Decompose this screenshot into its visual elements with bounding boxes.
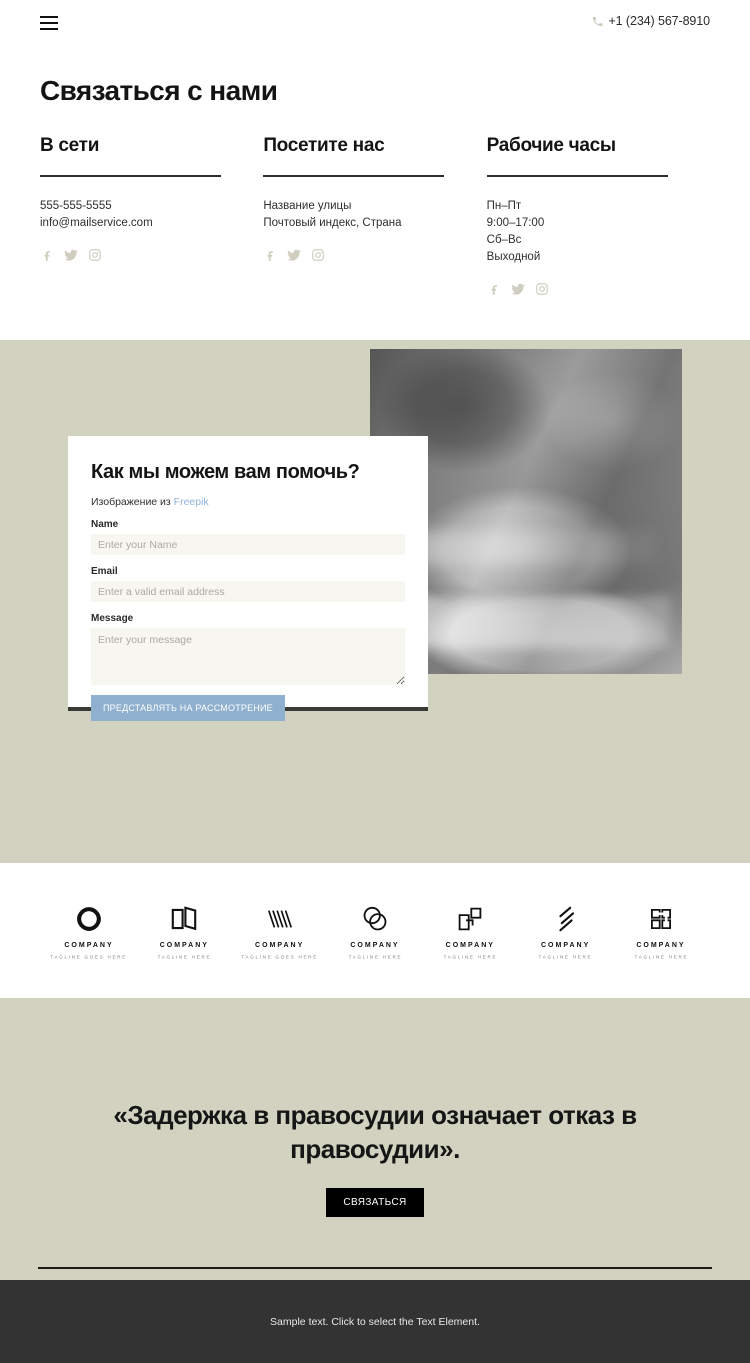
contact-column-visit: Посетите нас Название улицы Почтовый инд… bbox=[263, 135, 486, 296]
hamburger-bar bbox=[40, 16, 58, 18]
freepik-link[interactable]: Freepik bbox=[174, 496, 209, 508]
quote-divider bbox=[38, 1267, 712, 1269]
contact-column-online: В сети 555-555-5555 info@mailservice.com bbox=[40, 135, 263, 296]
hamburger-bar bbox=[40, 28, 58, 30]
name-field-group: Name bbox=[91, 519, 405, 555]
submit-button[interactable]: ПРЕДСТАВЛЯТЬ НА РАССМОТРЕНИЕ bbox=[91, 695, 285, 721]
twitter-icon[interactable] bbox=[64, 248, 78, 262]
instagram-icon[interactable] bbox=[88, 248, 102, 262]
column-title: Рабочие часы bbox=[486, 135, 617, 156]
logo-item[interactable]: COMPANY TAGLINE HERE bbox=[338, 902, 412, 960]
contact-line: Почтовый индекс, Страна bbox=[263, 217, 402, 229]
page-root: +1 (234) 567-8910 Связаться с нами В сет… bbox=[0, 0, 750, 1363]
facebook-icon[interactable] bbox=[40, 248, 54, 262]
logo-tagline: TAGLINE GOES HERE bbox=[241, 954, 318, 960]
email-input[interactable] bbox=[91, 581, 405, 602]
contact-form-section: Как мы можем вам помочь? Изображение из … bbox=[0, 340, 750, 863]
message-input[interactable] bbox=[91, 628, 405, 685]
image-credit-text: Изображение из bbox=[91, 496, 174, 508]
logo-name: COMPANY bbox=[636, 942, 686, 949]
message-field-group: Message bbox=[91, 613, 405, 685]
logo-name: COMPANY bbox=[445, 942, 495, 949]
logo-mark-slashes-icon bbox=[554, 902, 578, 936]
column-lines: Название улицы Почтовый индекс, Страна bbox=[263, 198, 486, 232]
image-credit: Изображение из Freepik bbox=[91, 496, 405, 508]
facebook-icon[interactable] bbox=[487, 282, 501, 296]
contact-cta-button[interactable]: СВЯЗАТЬСЯ bbox=[326, 1188, 424, 1217]
quote-text: «Задержка в правосудии означает отказ в … bbox=[113, 1100, 637, 1164]
column-divider bbox=[40, 175, 221, 177]
email-field-group: Email bbox=[91, 566, 405, 602]
site-footer: Sample text. Click to select the Text El… bbox=[0, 1280, 750, 1363]
partner-logos: COMPANY TAGLINE GOES HERE COMPANY TAGLIN… bbox=[0, 863, 750, 998]
logo-tagline: TAGLINE HERE bbox=[634, 954, 688, 960]
page-title: Связаться с нами bbox=[40, 75, 278, 106]
logo-mark-circle-icon bbox=[75, 902, 103, 936]
social-links bbox=[487, 282, 710, 296]
name-label: Name bbox=[91, 519, 119, 530]
phone-link[interactable]: +1 (234) 567-8910 bbox=[592, 14, 710, 28]
contact-line: Сб–Вс bbox=[486, 234, 522, 246]
logo-item[interactable]: COMPANY TAGLINE GOES HERE bbox=[241, 902, 318, 960]
photo-highlight bbox=[394, 531, 658, 564]
logo-tagline: TAGLINE HERE bbox=[443, 954, 498, 960]
logo-name: COMPANY bbox=[350, 942, 400, 949]
footer-text[interactable]: Sample text. Click to select the Text El… bbox=[270, 1316, 480, 1328]
contact-line: Выходной bbox=[486, 251, 541, 263]
twitter-icon[interactable] bbox=[287, 248, 302, 262]
logo-mark-monogram-icon bbox=[648, 902, 674, 936]
logo-item[interactable]: COMPANY TAGLINE HERE bbox=[529, 902, 603, 960]
logo-item[interactable]: COMPANY TAGLINE GOES HERE bbox=[50, 902, 128, 960]
contact-line: Название улицы bbox=[263, 200, 352, 212]
contact-form-card: Как мы можем вам помочь? Изображение из … bbox=[68, 436, 428, 721]
logo-tagline: TAGLINE HERE bbox=[538, 954, 593, 960]
quote-section: «Задержка в правосудии означает отказ в … bbox=[0, 998, 750, 1280]
logo-name: COMPANY bbox=[541, 942, 591, 949]
logo-item[interactable]: COMPANY TAGLINE HERE bbox=[433, 902, 507, 960]
logo-tagline: TAGLINE HERE bbox=[157, 954, 212, 960]
column-divider bbox=[486, 175, 668, 177]
logo-mark-book-icon bbox=[170, 902, 198, 936]
column-divider bbox=[263, 175, 445, 177]
facebook-icon[interactable] bbox=[263, 248, 277, 262]
contact-line: 555-555-5555 bbox=[40, 200, 112, 212]
logo-item[interactable]: COMPANY TAGLINE HERE bbox=[624, 902, 698, 960]
social-links bbox=[263, 248, 486, 262]
column-lines: 555-555-5555 info@mailservice.com bbox=[40, 198, 263, 232]
contact-line: Пн–Пт bbox=[486, 200, 522, 212]
logo-name: COMPANY bbox=[159, 942, 209, 949]
form-title: Как мы можем вам помочь? bbox=[91, 461, 360, 483]
logo-name: COMPANY bbox=[255, 942, 305, 949]
logo-mark-rings-icon bbox=[361, 902, 389, 936]
phone-icon bbox=[592, 16, 603, 27]
logo-item[interactable]: COMPANY TAGLINE HERE bbox=[147, 902, 221, 960]
column-title: Посетите нас bbox=[263, 135, 385, 156]
site-header: +1 (234) 567-8910 bbox=[0, 0, 750, 48]
instagram-icon[interactable] bbox=[535, 282, 549, 296]
contact-line: 9:00–17:00 bbox=[486, 217, 545, 229]
email-label: Email bbox=[91, 566, 118, 577]
social-links bbox=[40, 248, 263, 262]
name-input[interactable] bbox=[91, 534, 405, 555]
phone-number: +1 (234) 567-8910 bbox=[608, 14, 710, 28]
column-title: В сети bbox=[40, 135, 100, 156]
message-label: Message bbox=[91, 613, 134, 624]
logo-mark-squares-icon bbox=[457, 902, 483, 936]
contact-column-hours: Рабочие часы Пн–Пт 9:00–17:00 Сб–Вс Выхо… bbox=[486, 135, 710, 296]
logo-tagline: TAGLINE GOES HERE bbox=[50, 954, 128, 960]
logo-tagline: TAGLINE HERE bbox=[348, 954, 402, 960]
column-lines: Пн–Пт 9:00–17:00 Сб–Вс Выходной bbox=[487, 198, 710, 266]
twitter-icon[interactable] bbox=[511, 282, 525, 296]
instagram-icon[interactable] bbox=[311, 248, 325, 262]
logo-mark-w-icon bbox=[266, 902, 294, 936]
contact-columns: В сети 555-555-5555 info@mailservice.com… bbox=[0, 107, 750, 296]
hamburger-bar bbox=[40, 22, 58, 24]
contact-line: info@mailservice.com bbox=[40, 217, 153, 229]
hamburger-icon[interactable] bbox=[40, 16, 58, 30]
logo-name: COMPANY bbox=[64, 942, 114, 949]
